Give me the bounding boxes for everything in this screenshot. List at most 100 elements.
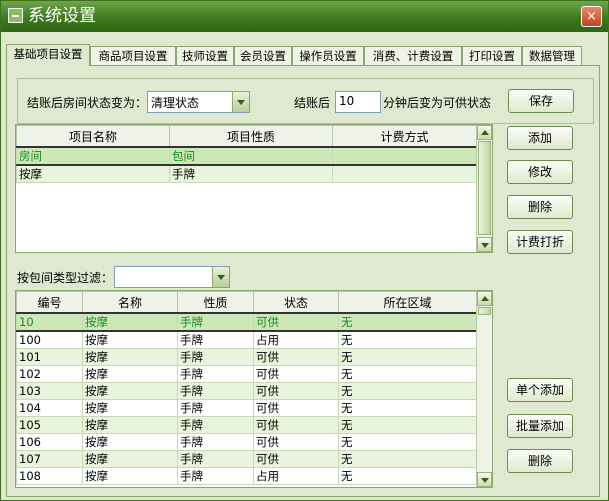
items-scrollbar[interactable] [476, 125, 492, 252]
table-cell: 按摩 [82, 312, 178, 332]
minutes-label-after: 分钟后变为可供状态 [383, 96, 492, 110]
table-cell: 可供 [253, 382, 339, 400]
table-cell: 包间 [169, 146, 333, 166]
tab-data-management[interactable]: 数据管理 [522, 46, 582, 65]
delete-room-button[interactable]: 删除 [507, 449, 573, 473]
table-cell: 按摩 [82, 416, 178, 434]
column-header[interactable]: 编号 [16, 291, 83, 314]
tab-member[interactable]: 会员设置 [234, 46, 292, 65]
table-cell: 无 [338, 365, 477, 383]
table-cell: 占用 [253, 330, 339, 349]
table-row[interactable]: 按摩 手牌 [16, 164, 477, 183]
table-cell: 可供 [253, 416, 339, 434]
table-row[interactable]: 108 按摩 手牌 占用无 [16, 467, 477, 485]
table-cell: 手牌 [177, 467, 254, 485]
close-button[interactable]: × [581, 6, 602, 27]
table-cell: 可供 [253, 365, 339, 383]
table-cell: 手牌 [177, 399, 254, 417]
column-header[interactable]: 项目性质 [169, 125, 333, 148]
table-cell: 102 [16, 365, 83, 383]
minutes-value: 10 [339, 94, 355, 108]
save-button[interactable]: 保存 [508, 89, 574, 113]
table-row[interactable]: 105 按摩 手牌 可供无 [16, 416, 477, 434]
scroll-up-icon[interactable] [477, 125, 492, 140]
table-cell: 100 [16, 330, 83, 349]
table-row[interactable]: 101 按摩 手牌 可供无 [16, 348, 477, 366]
table-cell: 按摩 [16, 164, 170, 183]
table-cell: 手牌 [177, 365, 254, 383]
table-cell: 房间 [16, 146, 170, 166]
table-cell: 按摩 [82, 467, 178, 485]
scroll-down-icon[interactable] [477, 237, 492, 252]
single-add-button[interactable]: 单个添加 [507, 378, 573, 402]
rooms-grid: 编号 名称 性质 状态 所在区域 10 按摩 手牌 可供无 100 按摩 手牌 占用无 10… [15, 290, 493, 488]
table-cell: 按摩 [82, 450, 178, 468]
table-cell: 按摩 [82, 330, 178, 349]
table-row[interactable]: 106 按摩 手牌 可供无 [16, 433, 477, 451]
table-cell: 手牌 [177, 348, 254, 366]
table-cell: 占用 [253, 467, 339, 485]
table-cell: 可供 [253, 450, 339, 468]
table-cell: 手牌 [177, 382, 254, 400]
column-header[interactable]: 所在区域 [338, 291, 477, 314]
chevron-down-icon[interactable] [232, 92, 249, 112]
edit-button[interactable]: 修改 [507, 160, 573, 184]
table-cell: 按摩 [82, 433, 178, 451]
table-cell [332, 164, 477, 183]
table-cell: 手牌 [177, 450, 254, 468]
tab-operator[interactable]: 操作员设置 [292, 46, 364, 65]
table-cell: 可供 [253, 348, 339, 366]
room-status-select[interactable]: 清理状态 [147, 91, 250, 113]
scroll-down-icon[interactable] [477, 472, 492, 487]
scroll-up-icon[interactable] [477, 291, 492, 306]
batch-add-button[interactable]: 批量添加 [507, 414, 573, 438]
tab-technician[interactable]: 技师设置 [176, 46, 234, 65]
table-row[interactable]: 107 按摩 手牌 可供无 [16, 450, 477, 468]
add-button[interactable]: 添加 [507, 126, 573, 150]
table-cell: 手牌 [177, 416, 254, 434]
rooms-scrollbar[interactable] [476, 291, 492, 487]
table-row[interactable]: 103 按摩 手牌 可供无 [16, 382, 477, 400]
table-cell: 无 [338, 312, 477, 332]
table-row[interactable]: 100 按摩 手牌 占用无 [16, 330, 477, 349]
column-header[interactable]: 名称 [82, 291, 178, 314]
table-cell: 可供 [253, 433, 339, 451]
minutes-input[interactable]: 10 [335, 91, 381, 113]
chevron-down-icon[interactable] [212, 267, 229, 287]
column-header[interactable]: 项目名称 [16, 125, 170, 148]
delete-item-button[interactable]: 删除 [507, 195, 573, 219]
rooms-table: 编号 名称 性质 状态 所在区域 10 按摩 手牌 可供无 100 按摩 手牌 占用无 10… [16, 291, 477, 485]
window-menu-icon[interactable] [8, 8, 23, 23]
table-row[interactable]: 10 按摩 手牌 可供无 [16, 312, 477, 332]
table-cell: 无 [338, 433, 477, 451]
tab-basic-items[interactable]: 基础项目设置 [6, 44, 90, 66]
system-settings-window: 系统设置 × 基础项目设置 商品项目设置 技师设置 会员设置 操作员设置 消费、… [0, 0, 609, 501]
table-cell: 手牌 [169, 164, 333, 183]
table-cell: 无 [338, 450, 477, 468]
column-header[interactable]: 状态 [253, 291, 339, 314]
column-header[interactable]: 性质 [177, 291, 254, 314]
table-cell: 按摩 [82, 348, 178, 366]
checkout-settings-group: 结账后房间状态变为： 清理状态 结账后 10 分钟后变为可供状态 保存 [17, 78, 594, 124]
room-type-filter-select[interactable] [114, 266, 230, 288]
tab-goods-items[interactable]: 商品项目设置 [90, 46, 176, 65]
tab-print[interactable]: 打印设置 [462, 46, 522, 65]
rooms-header-row: 编号 名称 性质 状态 所在区域 [16, 291, 477, 314]
table-row[interactable]: 房间 包间 [16, 146, 477, 166]
column-header[interactable]: 计费方式 [332, 125, 477, 148]
scroll-thumb[interactable] [478, 307, 491, 315]
tab-content-panel: 结账后房间状态变为： 清理状态 结账后 10 分钟后变为可供状态 保存 项目名称… [6, 65, 600, 497]
table-row[interactable]: 104 按摩 手牌 可供无 [16, 399, 477, 417]
window-title: 系统设置 [28, 6, 96, 26]
table-cell: 按摩 [82, 382, 178, 400]
table-cell: 手牌 [177, 433, 254, 451]
tab-consumption-billing[interactable]: 消费、计费设置 [364, 46, 462, 65]
table-cell: 无 [338, 348, 477, 366]
table-cell: 手牌 [177, 330, 254, 349]
minutes-label-before: 结账后 [294, 96, 331, 110]
table-cell: 无 [338, 399, 477, 417]
table-row[interactable]: 102 按摩 手牌 可供无 [16, 365, 477, 383]
title-bar: 系统设置 × [1, 1, 608, 32]
billing-discount-button[interactable]: 计费打折 [507, 230, 573, 254]
scroll-thumb[interactable] [478, 141, 491, 235]
